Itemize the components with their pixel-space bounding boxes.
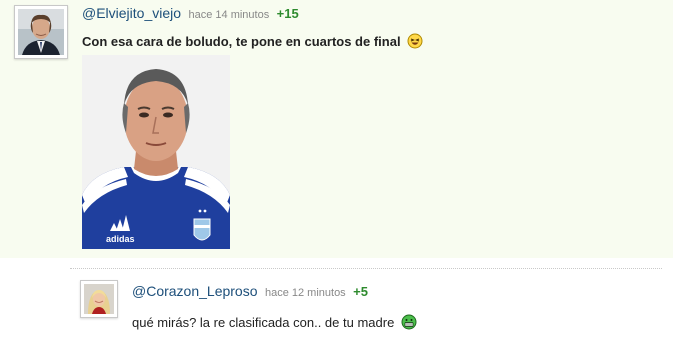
avatar[interactable] xyxy=(14,5,68,59)
comment-text-content: Con esa cara de boludo, te pone en cuart… xyxy=(82,33,401,49)
comment-meta: @Corazon_Leproso hace 12 minutos +5 xyxy=(132,283,368,301)
svg-text:adidas: adidas xyxy=(106,234,135,244)
comment-text-content: qué mirás? la re clasificada con.. de tu… xyxy=(132,314,395,330)
avatar-image xyxy=(18,9,64,55)
comment-text: qué mirás? la re clasificada con.. de tu… xyxy=(132,314,417,333)
grinning-emoji-icon xyxy=(401,314,417,333)
score: +5 xyxy=(353,284,368,299)
timestamp: hace 14 minutos xyxy=(188,9,270,21)
avatar-image xyxy=(84,284,114,314)
laughing-emoji-icon xyxy=(407,33,423,52)
comment-image[interactable]: adidas xyxy=(82,55,230,249)
score: +15 xyxy=(276,6,299,21)
comment-highlighted: @Elviejito_viejo hace 14 minutos +15 Con… xyxy=(0,0,673,258)
username-link[interactable]: @Elviejito_viejo xyxy=(82,5,181,21)
avatar[interactable] xyxy=(80,280,118,318)
timestamp: hace 12 minutos xyxy=(264,287,346,299)
comment-meta: @Elviejito_viejo hace 14 minutos +15 xyxy=(82,5,299,23)
username-link[interactable]: @Corazon_Leproso xyxy=(132,283,258,299)
divider xyxy=(70,268,662,269)
comment-text: Con esa cara de boludo, te pone en cuart… xyxy=(82,33,423,52)
